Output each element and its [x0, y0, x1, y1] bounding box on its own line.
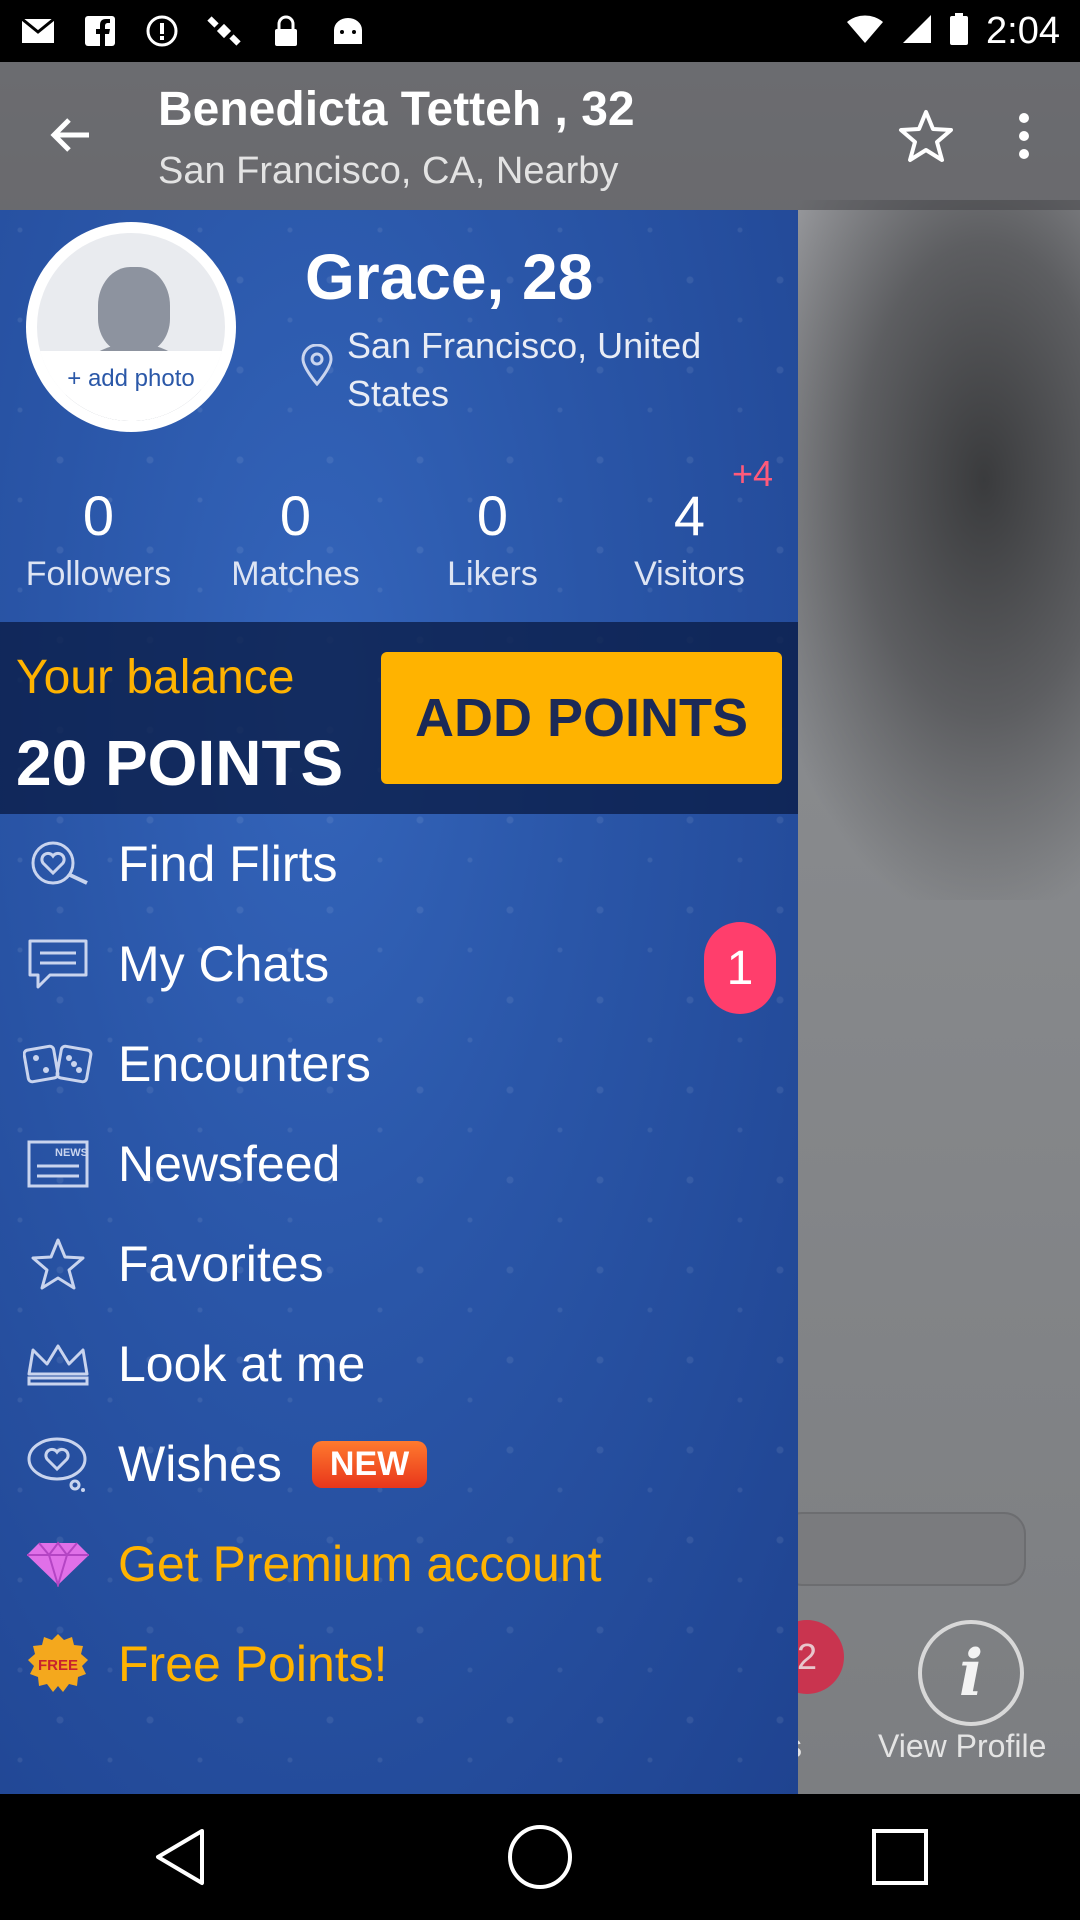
stat-likers[interactable]: 0 Likers: [394, 485, 591, 595]
nav-home-icon[interactable]: [500, 1817, 580, 1897]
menu-label-encounters: Encounters: [118, 1036, 371, 1092]
chat-bubble-icon: [18, 934, 98, 994]
menu-label-look-at-me: Look at me: [118, 1336, 366, 1392]
user-location: San Francisco, United States: [347, 325, 702, 414]
signal-icon: [902, 14, 932, 49]
info-icon: [144, 13, 180, 49]
android-icon: [330, 13, 366, 49]
facebook-icon: [82, 13, 118, 49]
wishes-heart-icon: [18, 1434, 98, 1494]
new-badge: NEW: [311, 1440, 428, 1488]
profile-title: Benedicta Tetteh , 32: [158, 83, 635, 136]
menu-label-newsfeed: Newsfeed: [118, 1136, 341, 1192]
nav-recents-icon[interactable]: [860, 1817, 940, 1897]
menu-item-look-at-me[interactable]: Look at me: [0, 1314, 798, 1414]
balance-label: Your balance: [16, 651, 295, 704]
menu-label-premium: Get Premium account: [118, 1536, 602, 1592]
more-options-icon[interactable]: [1000, 105, 1048, 167]
free-coin-icon: FREE: [18, 1634, 98, 1694]
menu-label-find-flirts: Find Flirts: [118, 836, 338, 892]
lock-icon: [268, 13, 304, 49]
drawer-menu: Find Flirts My Chats 1 Encounters NEWS N…: [0, 814, 798, 1714]
system-navigation-bar: [0, 1794, 1080, 1920]
navigation-drawer: + add photo Grace, 28 San Francisco, Uni…: [0, 210, 798, 1794]
dice-icon: [18, 1034, 98, 1094]
clock: 2:04: [986, 9, 1060, 52]
stat-matches[interactable]: 0 Matches: [197, 485, 394, 595]
menu-item-my-chats[interactable]: My Chats 1: [0, 914, 798, 1014]
stats-row: 0 Followers 0 Matches 0 Likers 4 Visitor…: [0, 485, 798, 595]
view-profile-info-icon[interactable]: i: [918, 1620, 1024, 1726]
svg-text:NEWS: NEWS: [55, 1147, 88, 1159]
star-icon: [18, 1234, 98, 1294]
balance-panel: Your balance 20 POINTS ADD POINTS: [0, 622, 798, 814]
menu-label-my-chats: My Chats: [118, 936, 330, 992]
heart-search-icon: [18, 834, 98, 894]
balance-value: 20 POINTS: [16, 727, 344, 799]
favorite-star-icon[interactable]: [895, 105, 957, 167]
status-bar: 2:04: [0, 0, 1080, 62]
menu-item-find-flirts[interactable]: Find Flirts: [0, 814, 798, 914]
location-pin-icon: [298, 343, 340, 387]
mail-icon: [20, 13, 56, 49]
diamond-icon: [18, 1534, 98, 1594]
back-arrow-icon[interactable]: [40, 105, 100, 165]
menu-item-free-points[interactable]: FREE Free Points!: [0, 1614, 798, 1714]
svg-text:FREE: FREE: [38, 1657, 78, 1674]
background-photo: [760, 200, 1080, 900]
profile-subtitle: San Francisco, CA, Nearby: [158, 150, 619, 192]
menu-label-wishes: Wishes: [118, 1436, 282, 1492]
crown-icon: [18, 1334, 98, 1394]
add-points-button[interactable]: ADD POINTS: [381, 652, 782, 784]
nav-back-icon[interactable]: [140, 1817, 220, 1897]
unread-chats-badge: 1: [704, 922, 776, 1014]
menu-item-wishes[interactable]: Wishes NEW: [0, 1414, 798, 1514]
menu-item-encounters[interactable]: Encounters: [0, 1014, 798, 1114]
satellite-icon: [206, 13, 242, 49]
stat-followers[interactable]: 0 Followers: [0, 485, 197, 595]
newspaper-icon: NEWS: [18, 1134, 98, 1194]
menu-item-newsfeed[interactable]: NEWS Newsfeed: [0, 1114, 798, 1214]
wifi-icon: [846, 14, 884, 49]
menu-item-premium[interactable]: Get Premium account: [0, 1514, 798, 1614]
user-name: Grace, 28: [305, 241, 594, 313]
message-input[interactable]: [780, 1512, 1026, 1586]
menu-label-free-points: Free Points!: [118, 1636, 388, 1692]
menu-label-favorites: Favorites: [118, 1236, 324, 1292]
menu-item-favorites[interactable]: Favorites: [0, 1214, 798, 1314]
battery-icon: [950, 12, 969, 50]
add-photo-label[interactable]: + add photo: [37, 351, 225, 421]
avatar[interactable]: + add photo: [26, 222, 236, 432]
stat-visitors[interactable]: 4 Visitors: [591, 485, 788, 595]
view-profile-label[interactable]: View Profile: [878, 1728, 1046, 1765]
